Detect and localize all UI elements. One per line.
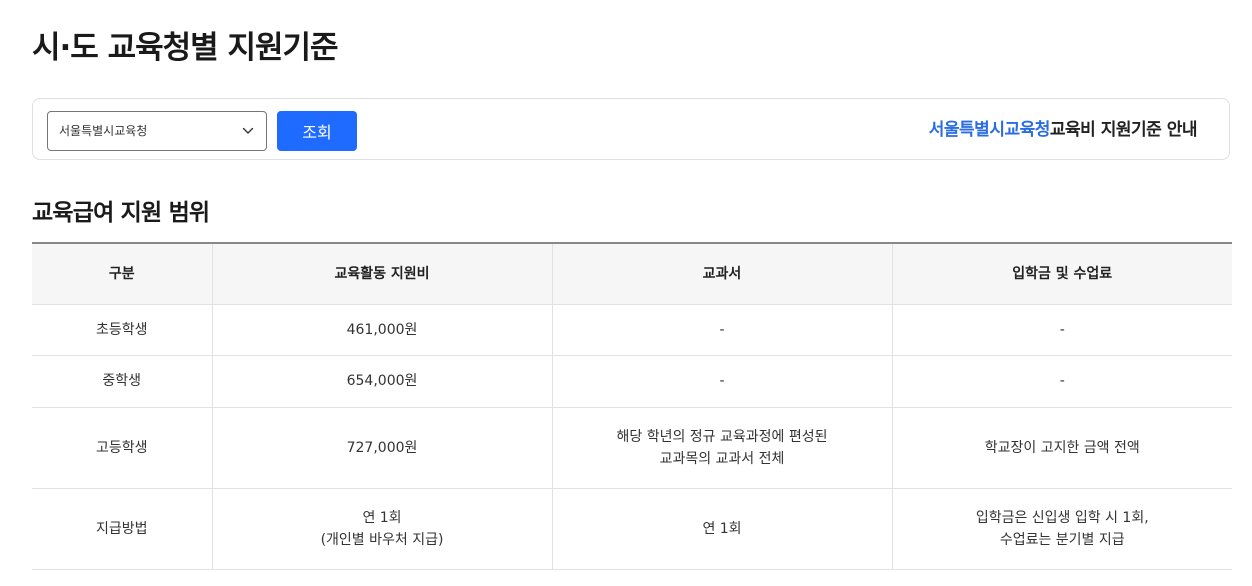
cell-text: - [1059,321,1065,338]
column-header-activity: 교육활동 지원비 [211,243,552,305]
cell-textbook: 해당 학년의 정규 교육과정에 편성된 교과목의 교과서 전체 [551,407,892,489]
table-row: 고등학생 727,000원 해당 학년의 정규 교육과정에 편성된 교과목의 교… [32,407,1232,489]
cell-text: (개인별 바우처 지급) [320,531,444,548]
support-guide-heading: 서울특별시교육청교육비 지원기준 안내 [928,99,1198,161]
section-title: 교육급여 지원 범위 [32,200,210,226]
cell-activity: 654,000원 [211,355,552,408]
cell-text: 727,000원 [346,439,418,456]
search-panel: 서울특별시교육청 조회 서울특별시교육청교육비 지원기준 안내 [32,98,1230,160]
cell-text: 학교장이 고지한 금액 전액 [984,439,1140,456]
chevron-down-icon [242,127,254,134]
cell-text: 교과목의 교과서 전체 [659,450,785,467]
cell-tuition: 입학금은 신입생 입학 시 1회, 수업료는 분기별 지급 [891,488,1232,570]
cell-activity: 연 1회 (개인별 바우처 지급) [211,488,552,570]
search-button[interactable]: 조회 [277,111,357,151]
cell-tuition: 학교장이 고지한 금액 전액 [891,407,1232,489]
column-header-category: 구분 [32,243,212,305]
table-row: 초등학생 461,000원 - - [32,304,1232,356]
column-header-textbook: 교과서 [551,243,892,305]
row-category: 지급방법 [32,488,212,570]
guide-suffix: 교육비 지원기준 안내 [1049,120,1198,140]
support-table: 구분 교육활동 지원비 교과서 입학금 및 수업료 초등학생 461,000원 … [32,242,1232,570]
cell-tuition: - [891,355,1232,408]
column-header-tuition: 입학금 및 수업료 [891,243,1232,305]
page-title: 시·도 교육청별 지원기준 [32,30,339,66]
guide-region-name: 서울특별시교육청 [928,120,1051,140]
cell-text: 수업료는 분기별 지급 [999,531,1125,548]
cell-tuition: - [891,304,1232,356]
cell-text: - [719,321,725,338]
cell-text: 입학금은 신입생 입학 시 1회, [975,509,1149,526]
cell-textbook: - [551,304,892,356]
cell-activity: 461,000원 [211,304,552,356]
cell-activity: 727,000원 [211,407,552,489]
table-row: 중학생 654,000원 - - [32,355,1232,408]
cell-text: - [1059,373,1065,389]
row-category: 초등학생 [32,304,212,356]
cell-text: 연 1회 [702,520,742,537]
cell-text: 연 1회 [362,509,402,526]
cell-textbook: - [551,355,892,408]
row-category: 중학생 [32,355,212,408]
cell-text: 654,000원 [346,373,418,389]
cell-text: 461,000원 [346,321,418,338]
region-select-value: 서울특별시교육청 [59,124,148,138]
row-category: 고등학생 [32,407,212,489]
cell-textbook: 연 1회 [551,488,892,570]
cell-text: 해당 학년의 정규 교육과정에 편성된 [616,428,828,445]
region-select[interactable]: 서울특별시교육청 [47,111,267,151]
cell-text: - [719,373,725,389]
table-row: 지급방법 연 1회 (개인별 바우처 지급) 연 1회 입학금은 신입생 입학 … [32,488,1232,570]
table-header-row: 구분 교육활동 지원비 교과서 입학금 및 수업료 [32,243,1232,305]
